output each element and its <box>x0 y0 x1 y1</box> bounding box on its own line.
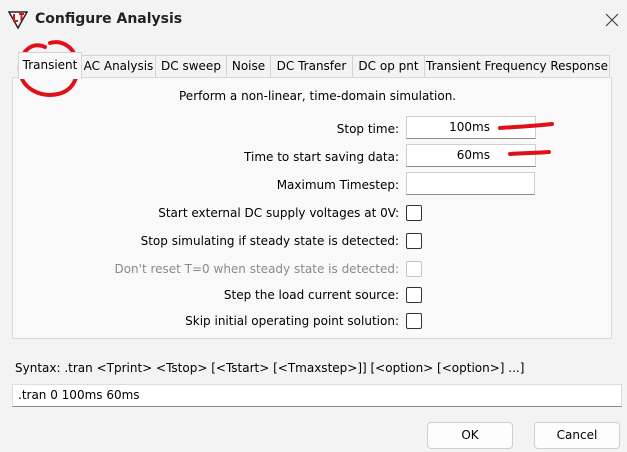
tab-dc-sweep[interactable]: DC sweep <box>155 55 227 78</box>
start-saving-field[interactable]: 60ms <box>406 144 536 167</box>
step-load-current-label: Step the load current source: <box>223 288 399 302</box>
close-button[interactable] <box>598 8 626 32</box>
start-saving-label: Time to start saving data: <box>244 150 399 164</box>
analysis-description: Perform a non-linear, time-domain simula… <box>179 89 457 103</box>
window-title: Configure Analysis <box>35 11 183 27</box>
skip-op-point-label: Skip initial operating point solution: <box>185 314 399 328</box>
title-bar: Configure Analysis <box>0 0 627 40</box>
start-dc-supply-label: Start external DC supply voltages at 0V: <box>158 206 399 220</box>
cancel-button[interactable]: Cancel <box>534 422 620 449</box>
syntax-text: Syntax: .tran <Tprint> <Tstop> [<Tstart>… <box>15 361 525 375</box>
step-load-current-checkbox[interactable] <box>406 287 422 303</box>
skip-op-point-checkbox[interactable] <box>406 313 422 329</box>
tab-transient-frequency-response[interactable]: Transient Frequency Response <box>424 55 610 78</box>
spice-command-field[interactable]: .tran 0 100ms 60ms <box>12 384 622 407</box>
tab-transient[interactable]: Transient <box>18 52 82 79</box>
analysis-tabs: Transient AC Analysis DC sweep Noise DC … <box>12 52 612 79</box>
max-timestep-field[interactable] <box>406 172 535 195</box>
tab-ac-analysis[interactable]: AC Analysis <box>81 55 156 78</box>
dont-reset-t0-label: Don't reset T=0 when steady state is det… <box>114 262 399 276</box>
stop-time-label: Stop time: <box>336 122 399 136</box>
stop-steady-state-checkbox[interactable] <box>406 233 422 249</box>
max-timestep-label: Maximum Timestep: <box>276 178 399 192</box>
tab-noise[interactable]: Noise <box>226 55 271 78</box>
start-dc-supply-checkbox[interactable] <box>406 205 422 221</box>
stop-steady-state-label: Stop simulating if steady state is detec… <box>140 234 399 248</box>
ltspice-logo-icon <box>7 10 29 30</box>
stop-time-field[interactable]: 100ms <box>406 116 536 139</box>
close-icon <box>605 13 619 27</box>
dont-reset-t0-checkbox <box>406 261 422 277</box>
tab-dc-transfer[interactable]: DC Transfer <box>270 55 353 78</box>
transient-panel: Perform a non-linear, time-domain simula… <box>12 77 612 339</box>
ok-button[interactable]: OK <box>427 422 513 449</box>
tab-dc-op-pnt[interactable]: DC op pnt <box>352 55 425 78</box>
